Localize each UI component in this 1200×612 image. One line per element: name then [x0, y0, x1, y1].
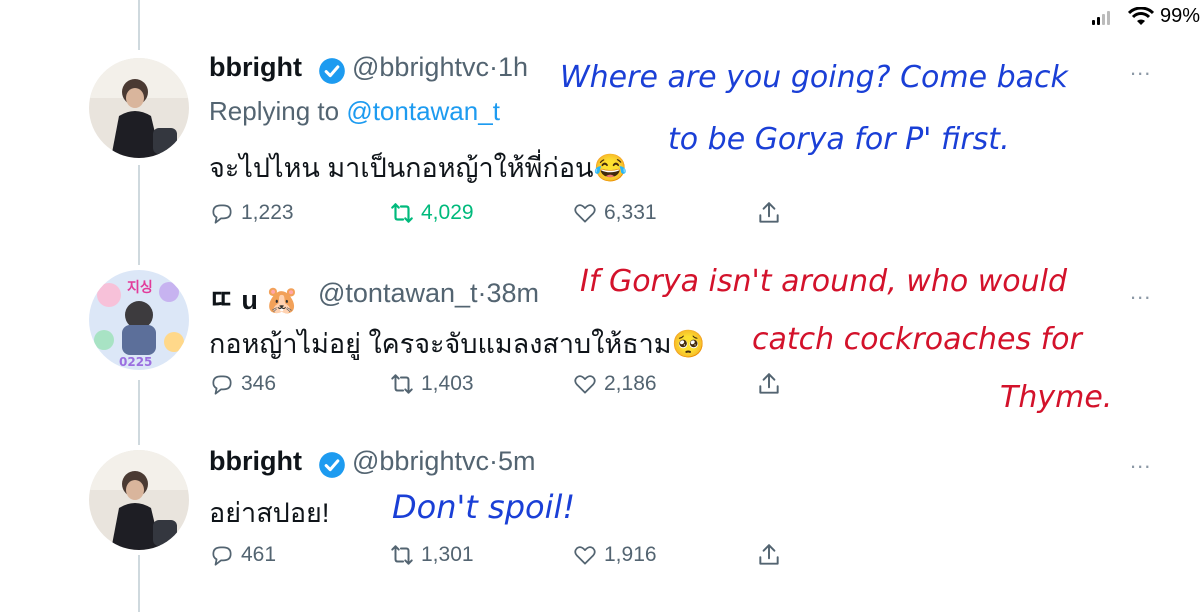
more-options-icon[interactable]: ...: [1130, 55, 1151, 81]
wifi-icon: [1128, 7, 1154, 25]
share-button[interactable]: [756, 200, 782, 226]
reply-count: 1,223: [241, 201, 294, 224]
handle[interactable]: @bbrightvc: [352, 52, 489, 82]
handle[interactable]: @tontawan_t: [318, 278, 478, 308]
thread-line: [138, 555, 140, 612]
reply-icon: [212, 375, 232, 395]
handle[interactable]: @bbrightvc: [352, 446, 489, 476]
retweet-count: 1,403: [421, 372, 474, 395]
pleading-face-emoji: 🥺: [671, 329, 706, 359]
heart-icon: [574, 546, 596, 565]
reply-icon: [212, 546, 232, 566]
share-icon: [759, 202, 779, 223]
like-button[interactable]: 6,331: [572, 200, 657, 226]
svg-text:지싱: 지싱: [127, 280, 153, 296]
hamster-emoji: 🐹: [265, 285, 299, 315]
annotation-translation: Where are you going? Come back: [560, 60, 1068, 95]
verified-badge-icon: [319, 58, 345, 84]
annotation-translation: to be Gorya for P' first.: [668, 122, 1010, 157]
cellular-signal-icon: [1092, 11, 1110, 25]
tweet-meta: @bbrightvc·5m: [352, 446, 536, 476]
timestamp[interactable]: 38m: [487, 278, 540, 308]
retweet-icon: [391, 374, 413, 394]
more-options-icon[interactable]: ...: [1130, 448, 1151, 474]
like-count: 6,331: [604, 201, 657, 224]
share-icon: [759, 373, 779, 394]
verified-badge-icon: [319, 452, 345, 478]
timestamp[interactable]: 5m: [498, 446, 536, 476]
retweet-button[interactable]: 1,301: [389, 542, 474, 568]
tweet-meta: @tontawan_t·38m: [318, 278, 540, 308]
like-count: 2,186: [604, 372, 657, 395]
retweet-icon: [391, 203, 413, 223]
display-name[interactable]: bbright: [209, 446, 302, 477]
tears-of-joy-emoji: 😂: [593, 153, 628, 183]
reply-button[interactable]: 1,223: [209, 200, 294, 226]
share-button[interactable]: [756, 371, 782, 397]
status-bar: 99%: [0, 0, 1200, 34]
battery-percent: 99%: [1160, 5, 1200, 27]
retweet-button[interactable]: 1,403: [389, 371, 474, 397]
tweet-text: อย่าสปอย!: [209, 498, 330, 528]
avatar[interactable]: [89, 58, 189, 158]
mention-link[interactable]: @tontawan_t: [346, 96, 500, 126]
like-button[interactable]: 2,186: [572, 371, 657, 397]
reply-count: 461: [241, 543, 277, 566]
timestamp[interactable]: 1h: [498, 52, 528, 82]
retweet-icon: [391, 545, 413, 565]
share-icon: [759, 544, 779, 565]
annotation-translation: Don't spoil!: [392, 488, 576, 526]
reply-count: 346: [241, 372, 277, 395]
replying-to: Replying to @tontawan_t: [209, 96, 500, 126]
tweet-text: กอหญ้าไม่อยู่ ใครจะจับแมลงสาบให้ธาม🥺: [209, 329, 706, 359]
thread-line: [138, 380, 140, 445]
tweet-text: จะไปไหน มาเป็นกอหญ้าให้พี่ก่อน😂: [209, 153, 628, 183]
svg-text:0225: 0225: [119, 355, 152, 369]
share-button[interactable]: [756, 542, 782, 568]
reply-button[interactable]: 461: [209, 542, 276, 568]
annotation-translation: Thyme.: [1000, 380, 1113, 415]
annotation-translation: If Gorya isn't around, who would: [580, 264, 1068, 299]
reply-icon: [212, 204, 232, 224]
tweet-meta: @bbrightvc·1h: [352, 52, 529, 82]
like-count: 1,916: [604, 543, 657, 566]
display-name[interactable]: bbright: [209, 52, 302, 83]
avatar[interactable]: [89, 450, 189, 550]
retweet-count: 1,301: [421, 543, 474, 566]
reply-button[interactable]: 346: [209, 371, 276, 397]
annotation-translation: catch cockroaches for: [752, 322, 1082, 357]
thread-line: [138, 0, 140, 50]
like-button[interactable]: 1,916: [572, 542, 657, 568]
more-options-icon[interactable]: ...: [1130, 279, 1151, 305]
heart-icon: [574, 204, 596, 223]
avatar[interactable]: 지싱 0225: [89, 270, 189, 370]
heart-icon: [574, 375, 596, 394]
thread-line: [138, 165, 140, 265]
retweet-count: 4,029: [421, 201, 474, 224]
display-name[interactable]: ㄸ u 🐹: [209, 278, 299, 317]
retweet-button[interactable]: 4,029: [389, 200, 474, 226]
